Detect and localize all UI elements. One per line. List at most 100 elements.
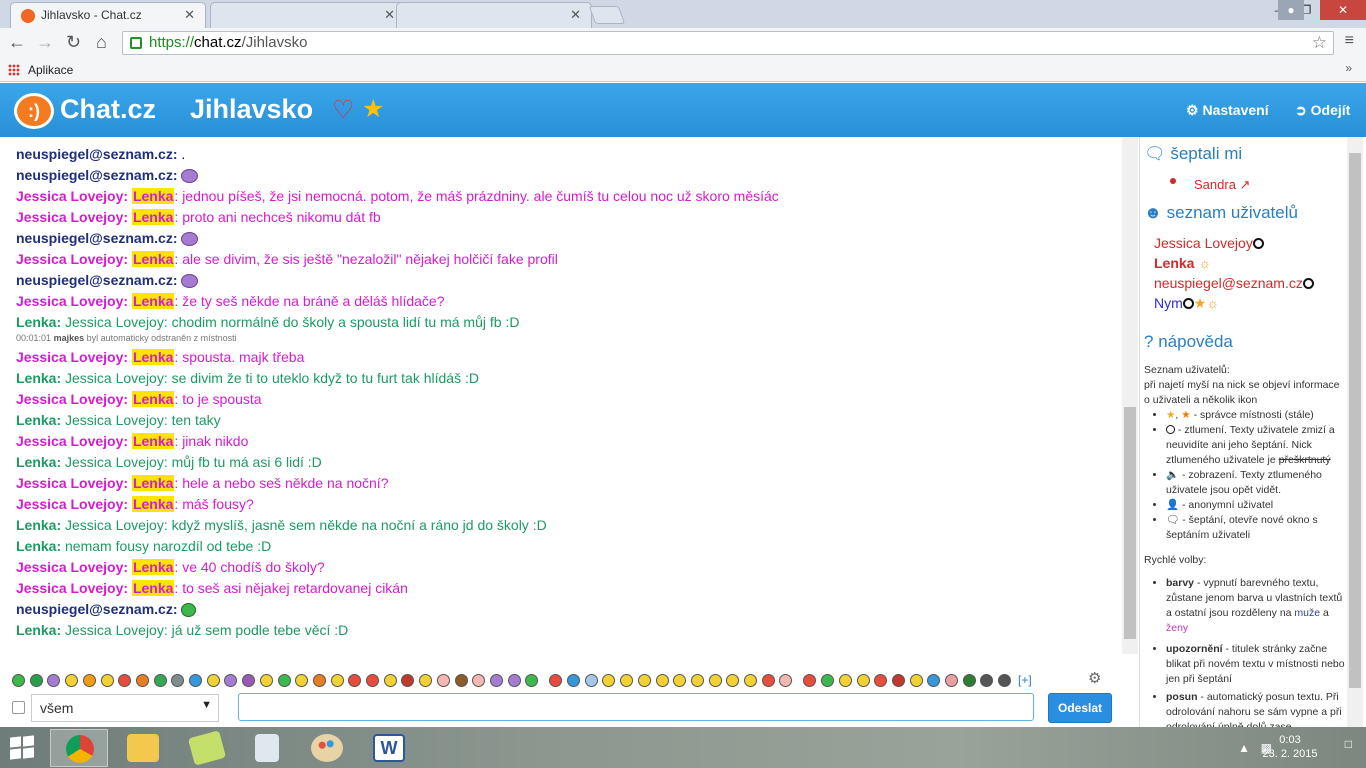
bookmarks-more-icon[interactable]: »: [1345, 61, 1352, 75]
emoticon-icon[interactable]: [567, 674, 580, 687]
tab-jihlavsko[interactable]: Jihlavsko - Chat.cz ✕: [10, 2, 206, 28]
side-scrollbar[interactable]: [1347, 137, 1363, 727]
taskbar-notes[interactable]: [178, 729, 236, 767]
emoticon-icon[interactable]: [655, 674, 669, 687]
taskbar-calculator[interactable]: [238, 729, 296, 767]
more-emoticons-link[interactable]: [+]: [1018, 673, 1032, 687]
emoticon-icon[interactable]: [242, 674, 256, 687]
emoticon-icon[interactable]: [856, 674, 870, 687]
message-nick[interactable]: neuspiegel@seznam.cz:: [16, 167, 177, 183]
message-nick[interactable]: Lenka:: [16, 517, 61, 533]
gear-icon[interactable]: ⚙: [1088, 669, 1101, 687]
emoticon-icon[interactable]: [259, 674, 273, 687]
message-nick[interactable]: Jessica Lovejoy:: [16, 580, 128, 596]
message-nick[interactable]: Lenka:: [16, 454, 61, 470]
emoticon-icon[interactable]: [29, 674, 43, 687]
emoticon-icon[interactable]: [708, 674, 722, 687]
emoticon-icon[interactable]: [118, 674, 132, 687]
emoticon-icon[interactable]: [82, 674, 96, 687]
message-nick[interactable]: neuspiegel@seznam.cz:: [16, 272, 177, 288]
message-nick[interactable]: Lenka:: [16, 314, 61, 330]
taskbar-paint[interactable]: [298, 729, 356, 767]
whisper-user-sandra[interactable]: Sandra ↗: [1194, 177, 1250, 193]
emoticon-icon[interactable]: [620, 674, 634, 687]
notifications-icon[interactable]: □: [1345, 737, 1352, 751]
emoticon-icon[interactable]: [891, 674, 905, 687]
emoticon-icon[interactable]: [945, 674, 958, 687]
emoticon-icon[interactable]: [312, 674, 326, 687]
emoticon-icon[interactable]: [821, 674, 835, 687]
emoticon-icon[interactable]: [761, 674, 775, 687]
message-nick[interactable]: Jessica Lovejoy:: [16, 188, 128, 204]
favorite-star-icon[interactable]: ★: [362, 94, 384, 124]
emoticon-icon[interactable]: [803, 674, 817, 687]
recipient-select[interactable]: všem ▼: [31, 694, 219, 722]
back-arrow-icon[interactable]: ←: [8, 32, 26, 53]
browser-menu-icon[interactable]: ≡: [1345, 32, 1354, 50]
chat-logo-icon[interactable]: :): [14, 93, 54, 129]
message-nick[interactable]: Jessica Lovejoy:: [16, 349, 128, 365]
bookmark-star-icon[interactable]: ☆: [1312, 33, 1327, 53]
message-nick[interactable]: neuspiegel@seznam.cz:: [16, 146, 177, 162]
emoticon-icon[interactable]: [726, 674, 740, 687]
message-nick[interactable]: Jessica Lovejoy:: [16, 559, 128, 575]
user-neuspiegel[interactable]: neuspiegel@seznam.cz: [1154, 275, 1314, 291]
emoticon-icon[interactable]: [637, 674, 651, 687]
emoticon-icon[interactable]: [744, 674, 757, 687]
emoticon-icon[interactable]: [838, 674, 852, 687]
message-nick[interactable]: Lenka:: [16, 538, 61, 554]
emoticon-icon[interactable]: [525, 674, 539, 687]
message-nick[interactable]: Jessica Lovejoy:: [16, 475, 128, 491]
emoticon-icon[interactable]: [295, 674, 309, 687]
reload-icon[interactable]: ↻: [66, 32, 81, 53]
emoticon-icon[interactable]: [673, 674, 687, 687]
emoticon-icon[interactable]: [602, 674, 616, 687]
taskbar-explorer[interactable]: [114, 729, 172, 767]
clock[interactable]: 0:03 23. 2. 2015: [1260, 733, 1320, 761]
user-nym[interactable]: Nym ★☼: [1154, 295, 1219, 312]
message-nick[interactable]: Jessica Lovejoy:: [16, 293, 128, 309]
address-bar[interactable]: https://chat.cz/Jihlavsko ☆: [122, 31, 1334, 55]
emoticon-icon[interactable]: [330, 674, 344, 687]
emoticon-icon[interactable]: [171, 674, 185, 687]
leave-link[interactable]: ➲ Odejít: [1295, 102, 1350, 119]
tab-close-icon[interactable]: ✕: [184, 7, 195, 23]
message-nick[interactable]: Jessica Lovejoy:: [16, 251, 128, 267]
emoticon-icon[interactable]: [436, 674, 450, 687]
scroll-thumb[interactable]: [1349, 153, 1361, 688]
windows-start-icon[interactable]: [10, 735, 36, 760]
message-nick[interactable]: Jessica Lovejoy:: [16, 209, 128, 225]
emoticon-icon[interactable]: [874, 674, 888, 687]
apps-grid-icon[interactable]: [8, 64, 20, 76]
emoticon-icon[interactable]: [584, 674, 598, 687]
profile-icon[interactable]: ●: [1278, 0, 1304, 20]
emoticon-icon[interactable]: [909, 674, 923, 687]
emoticon-icon[interactable]: [401, 674, 415, 687]
message-nick[interactable]: Jessica Lovejoy:: [16, 391, 128, 407]
bookmark-apps[interactable]: Aplikace: [28, 63, 73, 77]
forward-arrow-icon[interactable]: →: [36, 32, 54, 53]
emoticon-icon[interactable]: [12, 674, 25, 687]
home-icon[interactable]: ⌂: [96, 32, 107, 53]
settings-link[interactable]: ⚙ Nastavení: [1186, 102, 1269, 119]
tab-close-icon[interactable]: ✕: [570, 7, 581, 23]
emoticon-icon[interactable]: [153, 674, 167, 687]
message-nick[interactable]: Lenka:: [16, 622, 61, 638]
message-nick[interactable]: Jessica Lovejoy:: [16, 433, 128, 449]
close-window-button[interactable]: ✕: [1320, 0, 1366, 20]
emoticon-icon[interactable]: [549, 674, 563, 687]
user-lenka[interactable]: Lenka ☼: [1154, 255, 1211, 271]
emoticon-icon[interactable]: [690, 674, 704, 687]
send-button[interactable]: Odeslat: [1048, 693, 1112, 723]
message-nick[interactable]: neuspiegel@seznam.cz:: [16, 230, 177, 246]
emoticon-icon[interactable]: [489, 674, 503, 687]
new-tab-button[interactable]: [588, 6, 626, 24]
message-nick[interactable]: Jessica Lovejoy:: [16, 496, 128, 512]
emoticon-icon[interactable]: [47, 674, 61, 687]
user-jessica[interactable]: Jessica Lovejoy: [1154, 235, 1264, 251]
emoticon-icon[interactable]: [206, 674, 220, 687]
tab-blank-2[interactable]: ✕: [396, 2, 592, 28]
emoticon-icon[interactable]: [383, 674, 397, 687]
tray-arrow-icon[interactable]: ▲: [1238, 741, 1250, 755]
emoticon-icon[interactable]: [224, 674, 238, 687]
